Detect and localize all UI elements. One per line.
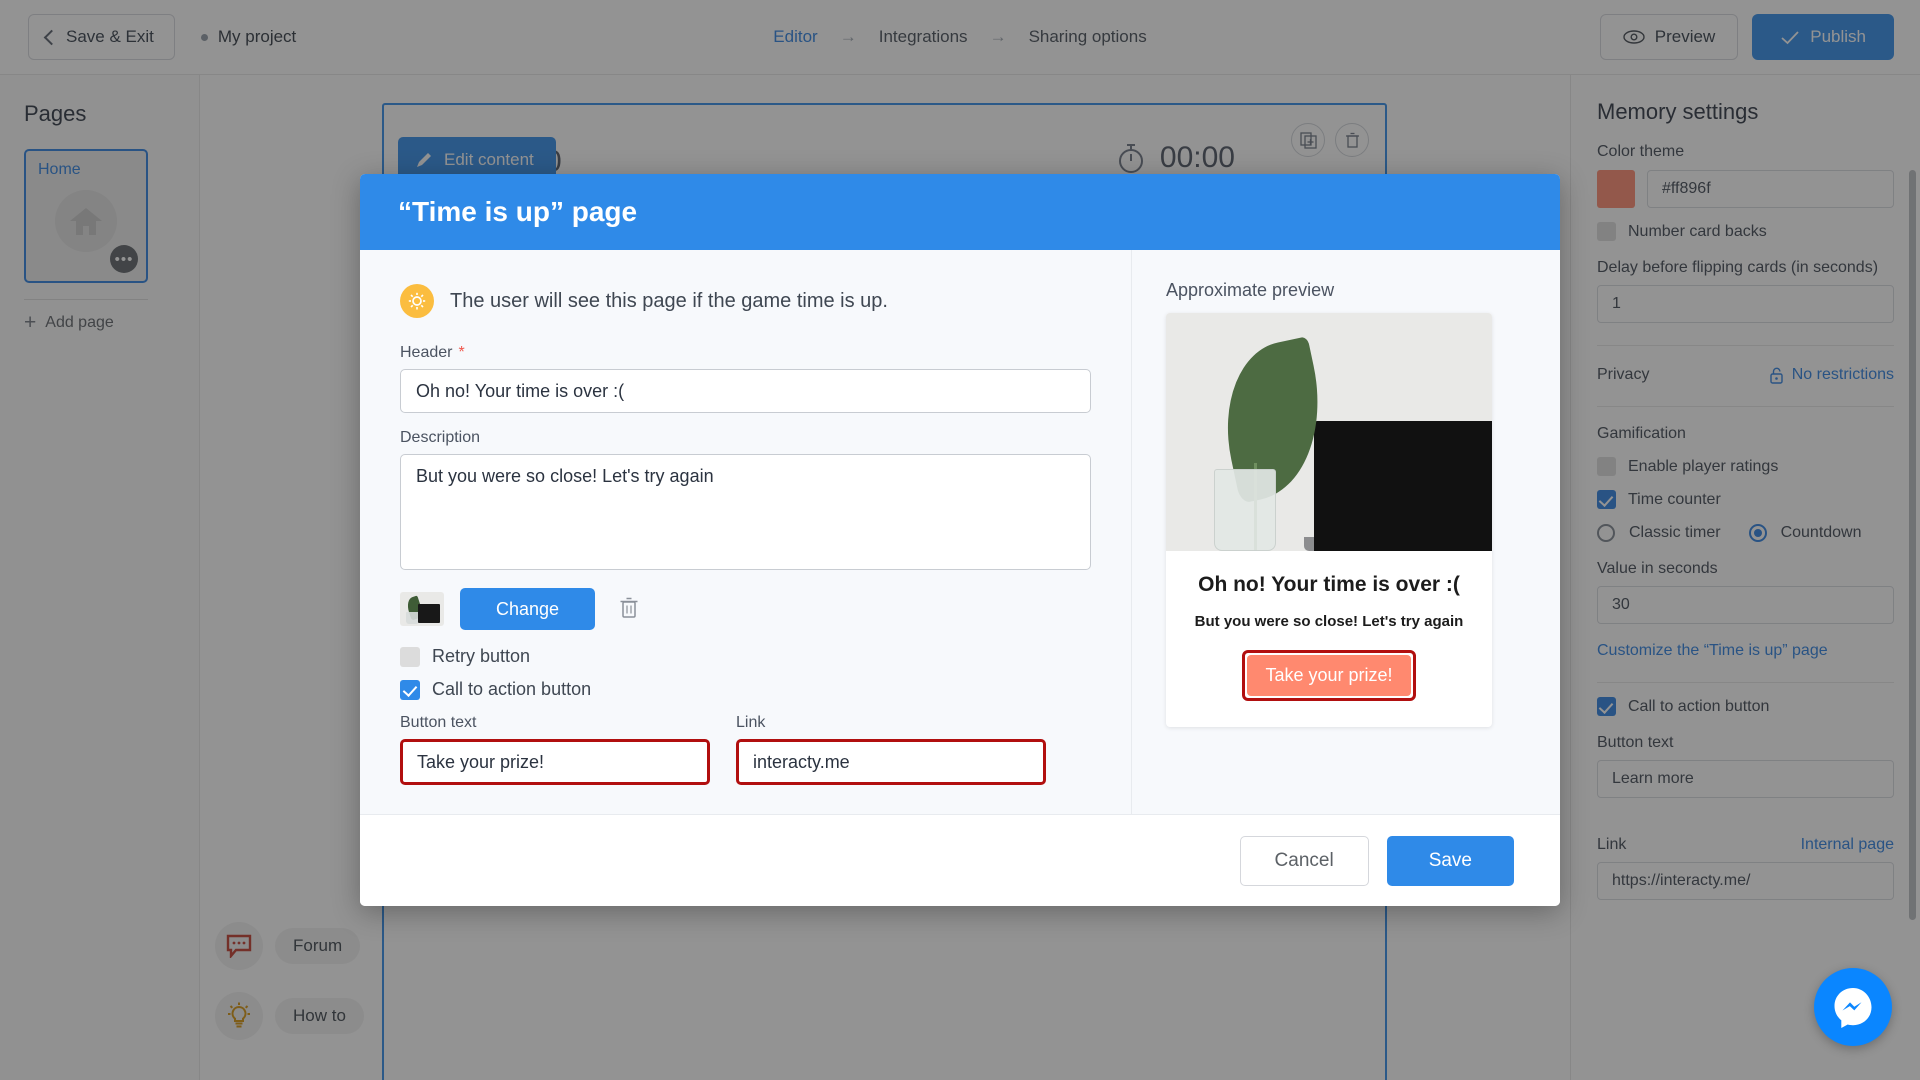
trash-icon: [620, 597, 638, 618]
modal-body: The user will see this page if the game …: [360, 250, 1560, 814]
preview-description: But you were so close! Let's try again: [1194, 613, 1464, 630]
modal-cta-row[interactable]: Call to action button: [400, 679, 1091, 700]
preview-cta-button[interactable]: Take your prize!: [1247, 655, 1411, 696]
modal-form: The user will see this page if the game …: [360, 250, 1132, 814]
preview-image: [1166, 313, 1492, 551]
laptop-shape: [418, 604, 440, 623]
image-row: Change: [400, 588, 1091, 630]
modal-button-text-label-text: Button text: [400, 714, 477, 731]
preview-header: Oh no! Your time is over :(: [1198, 573, 1460, 596]
modal-button-text-label: Button text: [400, 714, 710, 732]
preview-body: Oh no! Your time is over :( But you were…: [1166, 551, 1492, 727]
cta-fields-row: Button text Take your prize! Link intera…: [400, 714, 1091, 785]
glass-shape: [1214, 469, 1276, 551]
modal-button-text-input[interactable]: Take your prize!: [400, 739, 710, 785]
modal-link-label-text: Link: [736, 714, 766, 731]
hint-text: The user will see this page if the game …: [450, 289, 888, 312]
description-label-text: Description: [400, 429, 481, 446]
preview-card: Oh no! Your time is over :( But you were…: [1166, 313, 1492, 727]
retry-button-checkbox[interactable]: [400, 646, 420, 667]
time-is-up-modal: “Time is up” page The user will see this…: [360, 174, 1560, 906]
preview-button-highlight: Take your prize!: [1242, 650, 1416, 701]
modal-cta-checkbox[interactable]: [400, 679, 420, 700]
modal-title: “Time is up” page: [398, 196, 638, 227]
preview-title: Approximate preview: [1166, 280, 1335, 300]
header-field-label: Header *: [400, 344, 1091, 362]
modal-footer: Cancel Save: [360, 814, 1560, 906]
button-text-field: Button text Take your prize!: [400, 714, 710, 785]
required-mark: *: [458, 344, 465, 361]
retry-button-row[interactable]: Retry button: [400, 646, 1091, 667]
delete-image-button[interactable]: [619, 596, 645, 622]
save-button[interactable]: Save: [1386, 835, 1514, 886]
app-root: Save & Exit My project Editor → Integrat…: [0, 0, 1920, 1080]
modal-link-label: Link: [736, 714, 1046, 732]
header-label-text: Header: [400, 344, 453, 361]
description-textarea[interactable]: But you were so close! Let's try again: [400, 454, 1091, 570]
modal-link-input[interactable]: interacty.me: [736, 739, 1046, 785]
retry-button-label: Retry button: [432, 646, 531, 666]
preview-panel: Approximate preview Oh no! Your time is …: [1132, 250, 1560, 814]
lightbulb-glyph: [408, 292, 426, 309]
messenger-icon: [1834, 988, 1872, 1028]
cancel-button[interactable]: Cancel: [1239, 835, 1369, 886]
lightbulb-icon: [400, 284, 434, 318]
hint-row: The user will see this page if the game …: [400, 284, 1091, 318]
modal-cta-label: Call to action button: [432, 679, 592, 699]
laptop-screen-shape: [1314, 421, 1492, 551]
image-thumbnail[interactable]: [400, 592, 444, 626]
header-input[interactable]: Oh no! Your time is over :(: [400, 369, 1091, 413]
link-field: Link interacty.me: [736, 714, 1046, 785]
messenger-chat-button[interactable]: [1814, 968, 1892, 1046]
modal-header: “Time is up” page: [360, 174, 1560, 250]
change-image-button[interactable]: Change: [460, 588, 596, 630]
description-field-label: Description: [400, 429, 1091, 447]
